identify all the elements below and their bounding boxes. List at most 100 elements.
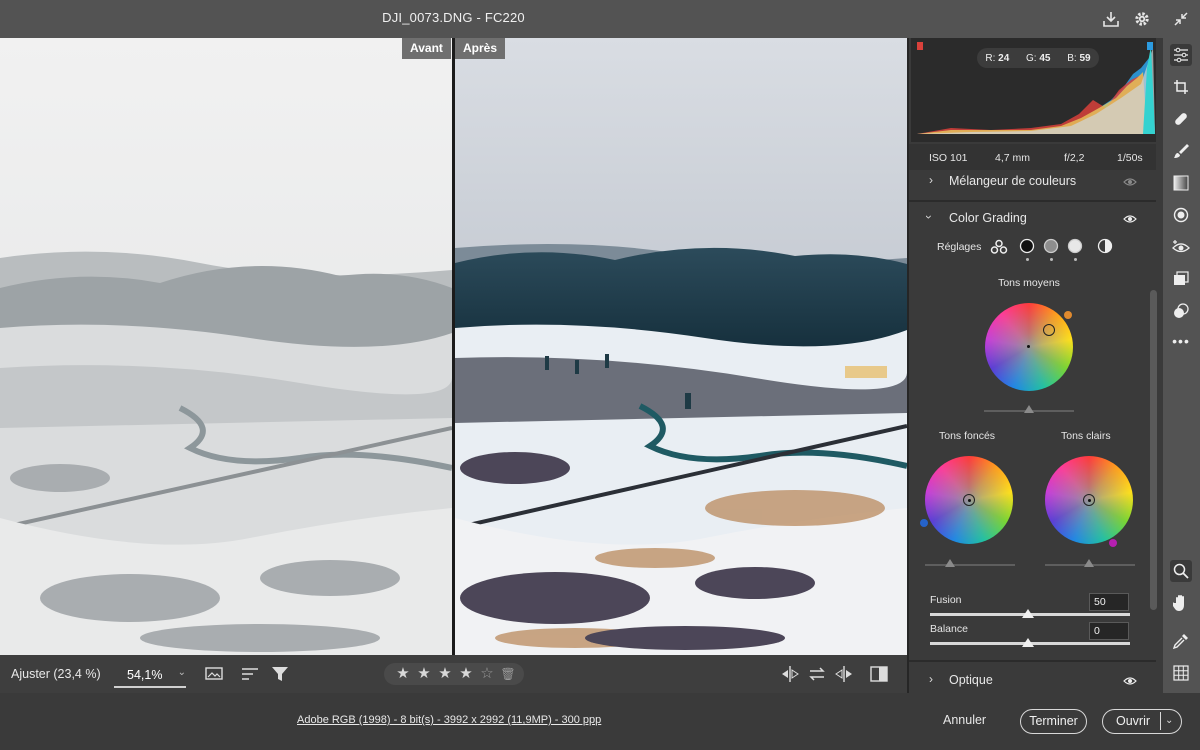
r-value: 24 (998, 52, 1010, 64)
highlights-hue-dot (1109, 539, 1117, 547)
highlights-circle-icon (1067, 238, 1083, 254)
edit-tool-button[interactable] (1170, 44, 1192, 66)
before-after-view-button[interactable] (869, 665, 889, 683)
shadows-circle-icon (1019, 238, 1035, 254)
filter-button[interactable] (270, 665, 290, 683)
save-image-button[interactable] (1100, 8, 1122, 30)
star-rating[interactable]: ★ ★ ★ ★ ☆ 🗑 (384, 663, 524, 685)
highlights-luminance-thumb[interactable] (1084, 559, 1094, 567)
shadows-color-wheel[interactable] (925, 456, 1013, 544)
title-bar: DJI_0073.DNG - FC220 (0, 0, 1200, 38)
g-value: 45 (1039, 52, 1051, 64)
three-circles-icon (990, 239, 1008, 254)
tool-rail: ••• (1163, 38, 1200, 693)
settings-button[interactable] (1131, 8, 1153, 30)
shadows-luminance-thumb[interactable] (945, 559, 955, 567)
midtones-handle[interactable] (1043, 324, 1055, 336)
healing-tool-button[interactable] (1170, 108, 1192, 130)
swap-button[interactable] (807, 665, 827, 683)
highlights-view-button[interactable] (1067, 238, 1083, 259)
blending-slider-thumb[interactable] (1022, 609, 1034, 618)
grading-adjust-label: Réglages (937, 241, 982, 253)
snapshots-button[interactable] (1170, 268, 1192, 290)
midtones-hue-dot (1064, 311, 1072, 319)
eye-icon[interactable] (1123, 174, 1137, 192)
zoom-level-dropdown[interactable]: 54,1% ⌄ (114, 660, 186, 688)
global-view-button[interactable] (1097, 238, 1113, 259)
window-title: DJI_0073.DNG - FC220 (382, 10, 525, 25)
sort-button[interactable] (240, 665, 260, 683)
star-2-icon[interactable]: ★ (415, 663, 433, 685)
divider (909, 200, 1156, 202)
shadows-luminance-slider[interactable] (925, 564, 1015, 566)
star-3-icon[interactable]: ★ (436, 663, 454, 685)
red-eye-tool-button[interactable] (1170, 236, 1192, 258)
footer-bar: Adobe RGB (1998) - 8 bit(s) - 3992 x 299… (0, 693, 1200, 750)
color-sampler-tool-button[interactable] (1170, 630, 1192, 652)
aperture-value: f/2,2 (1064, 152, 1085, 164)
chevron-down-icon[interactable]: ⌄ (1165, 710, 1173, 732)
optics-title: Optique (949, 673, 993, 687)
midtones-view-button[interactable] (1043, 238, 1059, 259)
star-1-icon[interactable]: ★ (394, 663, 412, 685)
color-grading-section-header[interactable]: › Color Grading (909, 209, 1149, 229)
split-view-icon (870, 666, 888, 682)
done-button[interactable]: Terminer (1020, 709, 1087, 734)
compare-right-button[interactable] (834, 665, 854, 683)
zoom-tool-button[interactable] (1170, 560, 1192, 582)
chevron-right-icon: › (929, 173, 933, 187)
star-4-icon[interactable]: ★ (457, 663, 475, 685)
b-value: 59 (1079, 52, 1091, 64)
focal-length-value: 4,7 mm (995, 152, 1031, 164)
shadows-view-button[interactable] (1019, 238, 1035, 259)
chevron-right-icon: › (929, 672, 933, 686)
crop-icon (1174, 80, 1188, 94)
viewer-toolbar: Ajuster (23,4 %) 54,1% ⌄ ★ ★ ★ ★ ☆ 🗑 (0, 655, 907, 693)
cancel-button[interactable]: Annuler (943, 713, 986, 727)
brush-tool-button[interactable] (1170, 140, 1192, 162)
before-label: Avant (402, 38, 451, 59)
shadows-hue-dot (920, 519, 928, 527)
midtones-color-wheel[interactable] (985, 303, 1073, 391)
balance-value-field[interactable]: 0 (1089, 622, 1129, 640)
radial-icon (1173, 207, 1189, 223)
presets-button[interactable] (1170, 300, 1192, 322)
edit-panel: R: 24 G: 45 B: 59 ISO 101 4,7 mm f/2,2 1… (907, 38, 1163, 693)
blending-label: Fusion (930, 594, 962, 606)
midtones-luminance-thumb[interactable] (1024, 405, 1034, 413)
sliders-icon (1174, 47, 1188, 63)
three-way-view-button[interactable] (990, 239, 1008, 260)
filmstrip-button[interactable] (205, 665, 225, 683)
histogram: R: 24 G: 45 B: 59 (911, 38, 1156, 142)
blending-value-field[interactable]: 50 (1089, 593, 1129, 611)
compare-left-button[interactable] (780, 665, 800, 683)
eye-icon[interactable] (1123, 211, 1137, 229)
half-circle-icon (1097, 238, 1113, 254)
sort-lines-icon (242, 668, 258, 680)
highlights-color-wheel[interactable] (1045, 456, 1133, 544)
trash-icon[interactable]: 🗑 (499, 663, 517, 685)
fullscreen-toggle-button[interactable] (1170, 8, 1192, 30)
image-viewer[interactable]: Avant Après (0, 38, 907, 655)
balance-label: Balance (930, 623, 968, 635)
grid-overlay-button[interactable] (1170, 662, 1192, 684)
hand-icon (1173, 595, 1184, 611)
camera-raw-window: DJI_0073.DNG - FC220 Avant Après Ajuster… (0, 0, 1200, 750)
funnel-icon (272, 667, 288, 681)
more-options-button[interactable]: ••• (1170, 330, 1192, 352)
crop-tool-button[interactable] (1170, 76, 1192, 98)
panel-scrollbar[interactable] (1150, 290, 1157, 610)
color-mixer-section-header[interactable]: › Mélangeur de couleurs (909, 172, 1149, 192)
color-grading-title: Color Grading (949, 211, 1027, 225)
linear-gradient-tool-button[interactable] (1170, 172, 1192, 194)
balance-slider-thumb[interactable] (1022, 638, 1034, 647)
workflow-options-link[interactable]: Adobe RGB (1998) - 8 bit(s) - 3992 x 299… (297, 714, 601, 726)
zoom-fit-button[interactable]: Ajuster (23,4 %) (11, 667, 101, 681)
eye-icon[interactable] (1123, 673, 1137, 691)
open-button[interactable]: Ouvrir ⌄ (1102, 709, 1182, 734)
optics-section-header[interactable]: › Optique (909, 671, 1149, 691)
radial-gradient-tool-button[interactable] (1170, 204, 1192, 226)
star-5-icon[interactable]: ☆ (478, 663, 496, 685)
hand-tool-button[interactable] (1170, 592, 1192, 614)
download-icon (1103, 12, 1119, 27)
